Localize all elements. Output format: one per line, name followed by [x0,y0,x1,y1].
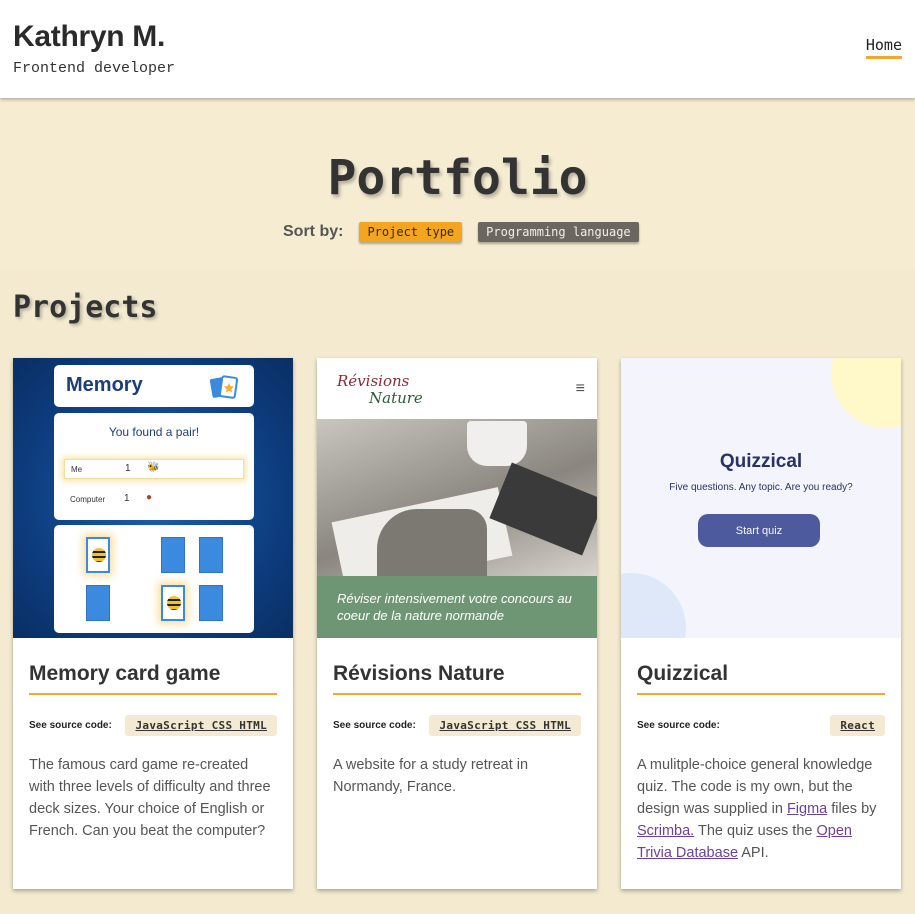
cards-logo-icon [209,375,239,399]
page-title: Portfolio [327,150,588,206]
sort-controls: Sort by: Project type Programming langua… [283,220,639,244]
memory-card-faceup [161,585,185,621]
revisions-logo: Révisions [337,372,410,390]
project-card-body: Memory card game See source code: JavaSc… [29,638,277,842]
project-thumbnail-quizzical[interactable]: Quizzical Five questions. Any topic. Are… [621,358,901,638]
project-card-memory: Memory You found a pair! Me 1 🐝 Computer… [13,358,293,889]
bee-icon [167,596,181,610]
revisions-banner: Réviser intensivement votre concours au … [317,576,597,638]
project-card-quizzical: Quizzical Five questions. Any topic. Are… [621,358,901,889]
source-code-link[interactable]: React [830,714,885,736]
start-quiz-button: Start quiz [698,514,820,547]
source-code-link[interactable]: JavaScript CSS HTML [429,714,581,736]
project-thumbnail-revisions-nature[interactable]: Révisions Nature ≡ Réviser intensivement… [317,358,597,638]
source-code-row: See source code: JavaScript CSS HTML [29,714,277,736]
sort-label: Sort by: [283,223,344,240]
memory-card-facedown [199,537,223,573]
memory-app-title: Memory [66,374,143,396]
memory-score-computer: Computer 1 ● [70,492,153,504]
memory-header: Memory [54,365,254,407]
project-title: Quizzical [637,662,885,695]
source-code-row: See source code: JavaScript CSS HTML [333,714,581,736]
project-title: Memory card game [29,662,277,695]
revisions-navbar: Révisions Nature ≡ [317,358,597,419]
scrimba-link[interactable]: Scrimba. [637,823,694,839]
memory-board [54,525,254,633]
figma-link[interactable]: Figma [787,801,827,817]
nav-home-link[interactable]: Home [865,36,902,59]
project-description: A website for a study retreat in Normand… [333,757,529,795]
sort-project-type-button[interactable]: Project type [359,222,463,242]
project-card-body: Quizzical See source code: React A mulit… [637,638,885,864]
study-photo [317,419,597,591]
revisions-banner-text: Réviser intensivement votre concours au … [337,591,572,623]
project-card-revisions-nature: Révisions Nature ≡ Réviser intensivement… [317,358,597,889]
memory-message: You found a pair! [108,425,200,439]
site-owner-name: Kathryn M. [13,20,166,53]
sort-programming-language-button[interactable]: Programming language [478,222,639,242]
memory-card-facedown [199,585,223,621]
source-code-link[interactable]: JavaScript CSS HTML [125,714,277,736]
source-code-label: See source code: [29,719,112,731]
project-thumbnail-memory[interactable]: Memory You found a pair! Me 1 🐝 Computer… [13,358,293,638]
site-tagline: Frontend developer [13,60,176,77]
source-code-label: See source code: [333,719,416,731]
hamburger-menu-icon: ≡ [575,380,585,397]
projects-heading: Projects [13,290,158,325]
memory-card-facedown [86,585,110,621]
bee-icon [92,548,106,562]
memory-card-faceup [86,537,110,573]
memory-score-me: Me 1 🐝 [64,459,244,479]
source-code-row: See source code: React [637,714,885,736]
memory-score-panel: You found a pair! Me 1 🐝 Computer 1 ● [54,413,254,520]
bee-icon: 🐝 [147,462,160,473]
source-code-label: See source code: [637,719,720,731]
project-description: The famous card game re-created with thr… [29,757,271,839]
projects-section: Projects Memory You found a pair! Me 1 🐝 [0,270,915,914]
quizzical-title: Quizzical [719,451,803,472]
revisions-logo-sub: Nature [369,389,423,407]
quizzical-subtitle: Five questions. Any topic. Are you ready… [669,482,853,493]
project-title: Révisions Nature [333,662,581,695]
ladybug-icon: ● [146,492,153,503]
project-card-body: Révisions Nature See source code: JavaSc… [333,638,581,798]
memory-card-facedown [161,537,185,573]
site-header: Kathryn M. Frontend developer Home [0,0,915,98]
hero-section: Portfolio Sort by: Project type Programm… [0,98,915,270]
project-description: A mulitple-choice general knowledge quiz… [637,757,877,861]
